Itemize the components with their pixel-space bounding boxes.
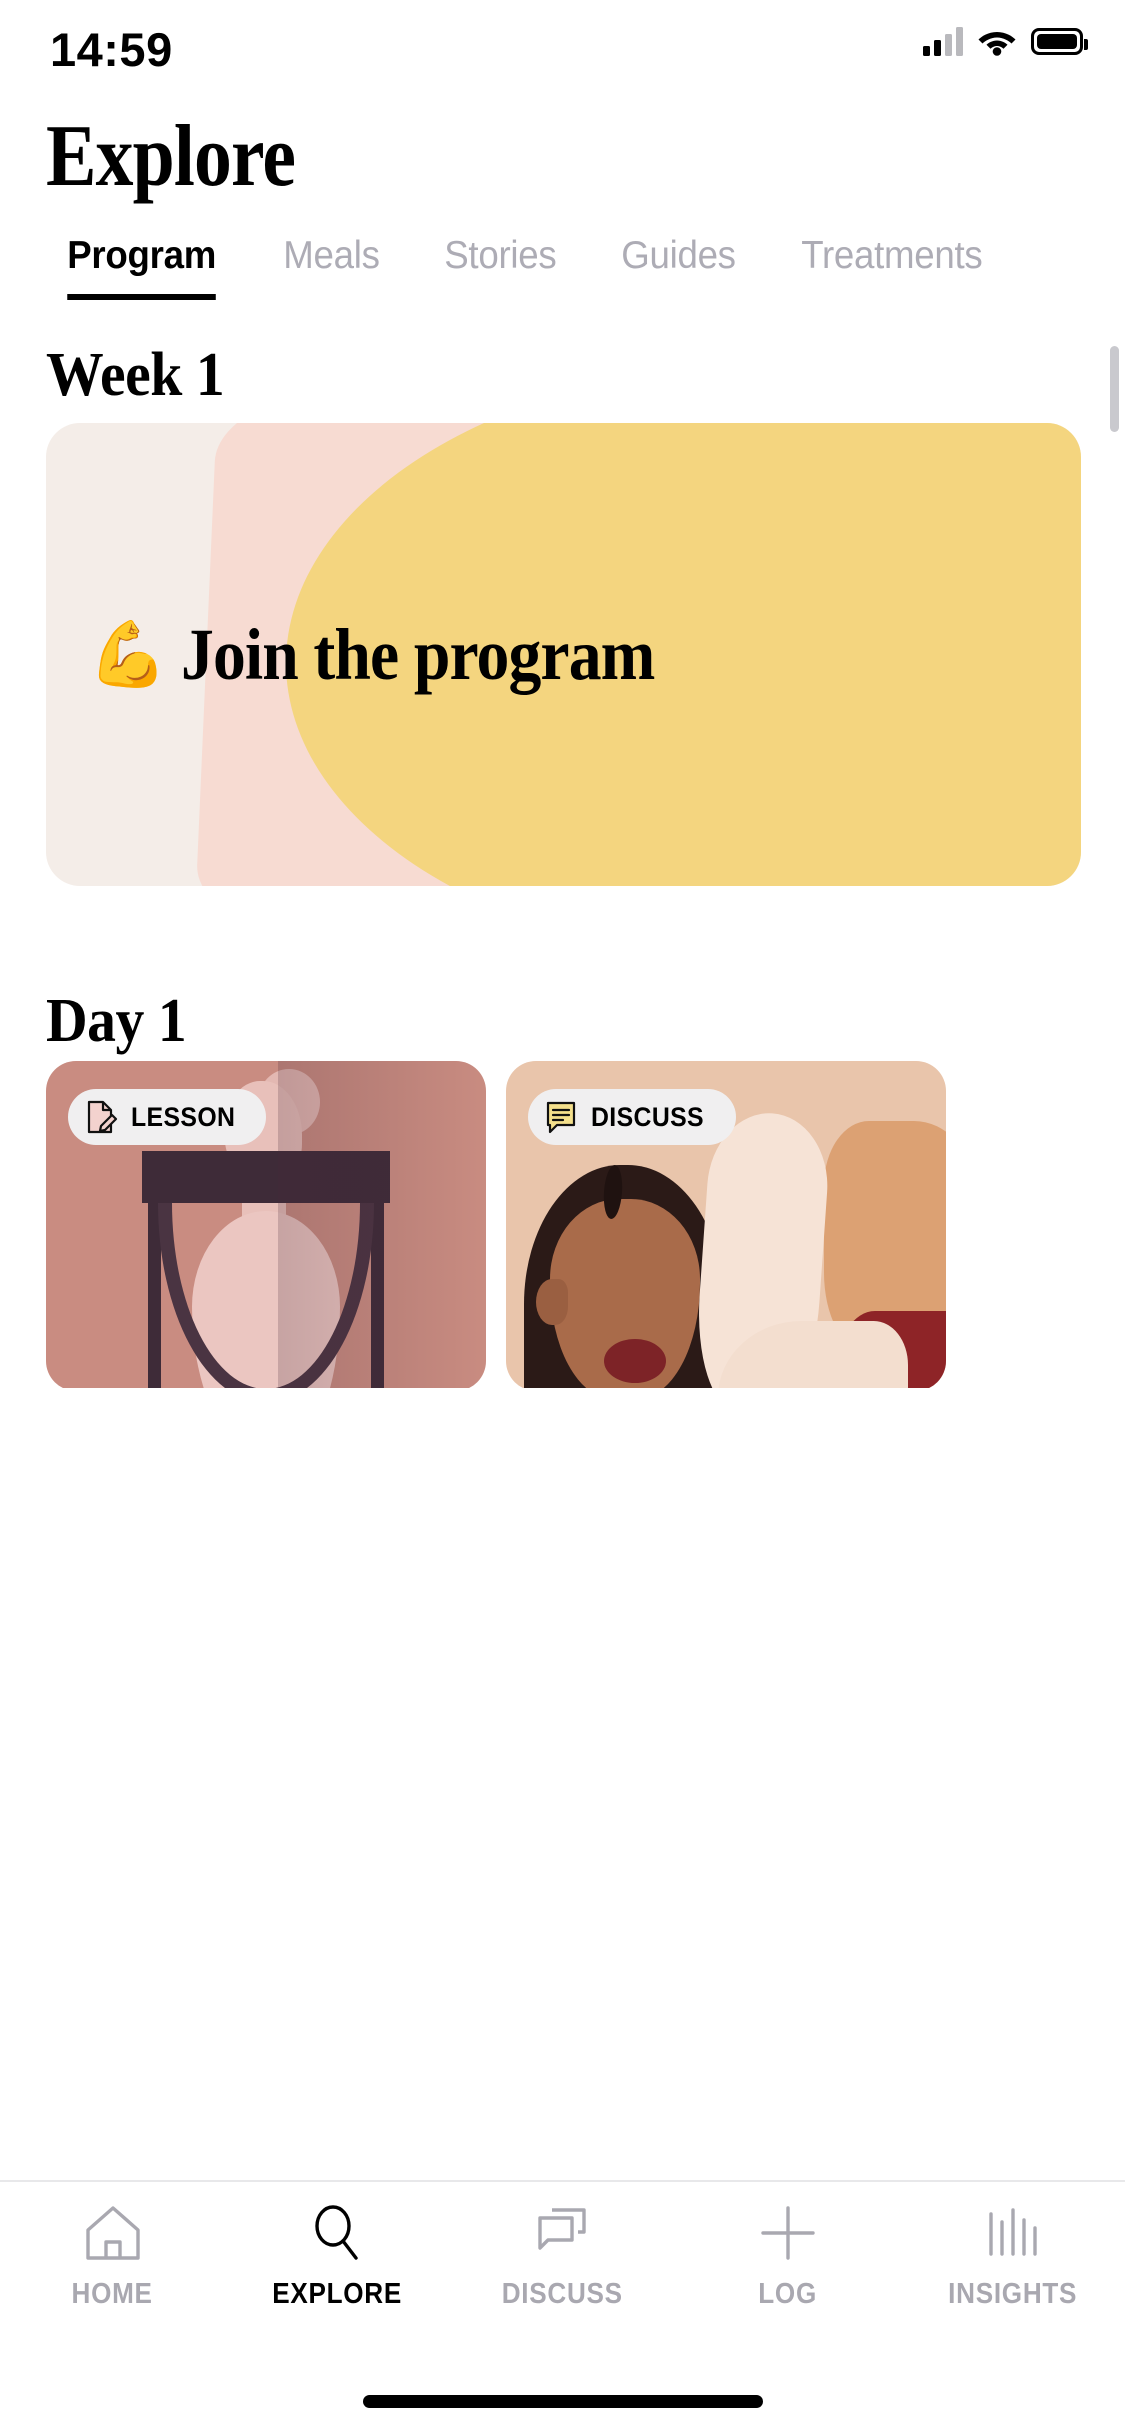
document-pencil-icon [87,1100,118,1134]
nav-label-log: LOG [758,2278,817,2310]
status-bar-time: 14:59 [50,23,173,76]
bar-chart-icon [982,2202,1044,2264]
home-indicator[interactable] [362,2395,763,2408]
first-person-lips [604,1339,666,1383]
nav-label-insights: INSIGHTS [947,2278,1078,2310]
nav-label-home: HOME [71,2278,154,2310]
flexed-biceps-icon: 💪 [88,618,168,692]
nav-item-log[interactable]: LOG [675,2202,900,2342]
plus-icon [757,2202,819,2264]
lesson-badge: LESSON [68,1089,267,1145]
hourglass-upper-bulb [158,1203,374,1388]
app-screen: 14:59 Explore Program Meals Stories Guid… [0,0,1125,2436]
bottom-navigation-bar[interactable]: HOME EXPLORE DISCUSS LOG INSIGHTS [0,2180,1125,2436]
status-bar: 14:59 [0,0,1125,105]
hero-card-label: 💪 Join the program [46,423,1081,886]
first-person-ear [536,1279,568,1325]
vertical-scrollbar[interactable] [1110,346,1119,432]
speech-bubble-icon [546,1101,576,1134]
content-scroll-area[interactable]: Week 1 💪 Join the program Day 1 LESSON D… [0,306,1125,1388]
home-icon [82,2202,144,2264]
day-card-carousel[interactable]: LESSON DISCUSS [0,1061,1125,1388]
wifi-icon [978,31,1016,56]
nav-label-discuss: DISCUSS [501,2278,624,2310]
status-bar-indicators [923,26,1088,56]
week-heading: Week 1 [46,341,225,409]
tab-program[interactable]: Program [40,234,243,300]
nav-item-discuss[interactable]: DISCUSS [450,2202,675,2342]
tab-stories[interactable]: Stories [417,234,584,278]
hero-card-text: Join the program [180,613,655,695]
discuss-card[interactable]: DISCUSS [506,1061,946,1388]
nav-item-explore[interactable]: EXPLORE [225,2202,450,2342]
discuss-badge-label: DISCUSS [591,1101,705,1132]
nav-item-insights[interactable]: INSIGHTS [900,2202,1125,2342]
discuss-badge: DISCUSS [528,1089,736,1145]
join-program-card[interactable]: 💪 Join the program [46,423,1081,886]
nav-label-explore: EXPLORE [272,2278,403,2310]
cellular-signal-icon [923,26,963,56]
tab-treatments[interactable]: Treatments [774,234,1010,278]
page-title: Explore [46,108,296,205]
nav-item-home[interactable]: HOME [0,2202,225,2342]
hourglass-top-bar [142,1151,390,1203]
tab-guides[interactable]: Guides [594,234,763,278]
search-icon [307,2202,369,2264]
battery-icon [1031,27,1088,55]
day-heading: Day 1 [46,987,187,1055]
tab-meals[interactable]: Meals [256,234,407,278]
lesson-badge-label: LESSON [131,1101,236,1132]
lesson-card[interactable]: LESSON [46,1061,486,1388]
segment-tab-bar[interactable]: Program Meals Stories Guides Treatments [0,234,1125,306]
chat-bubbles-icon [532,2202,594,2264]
